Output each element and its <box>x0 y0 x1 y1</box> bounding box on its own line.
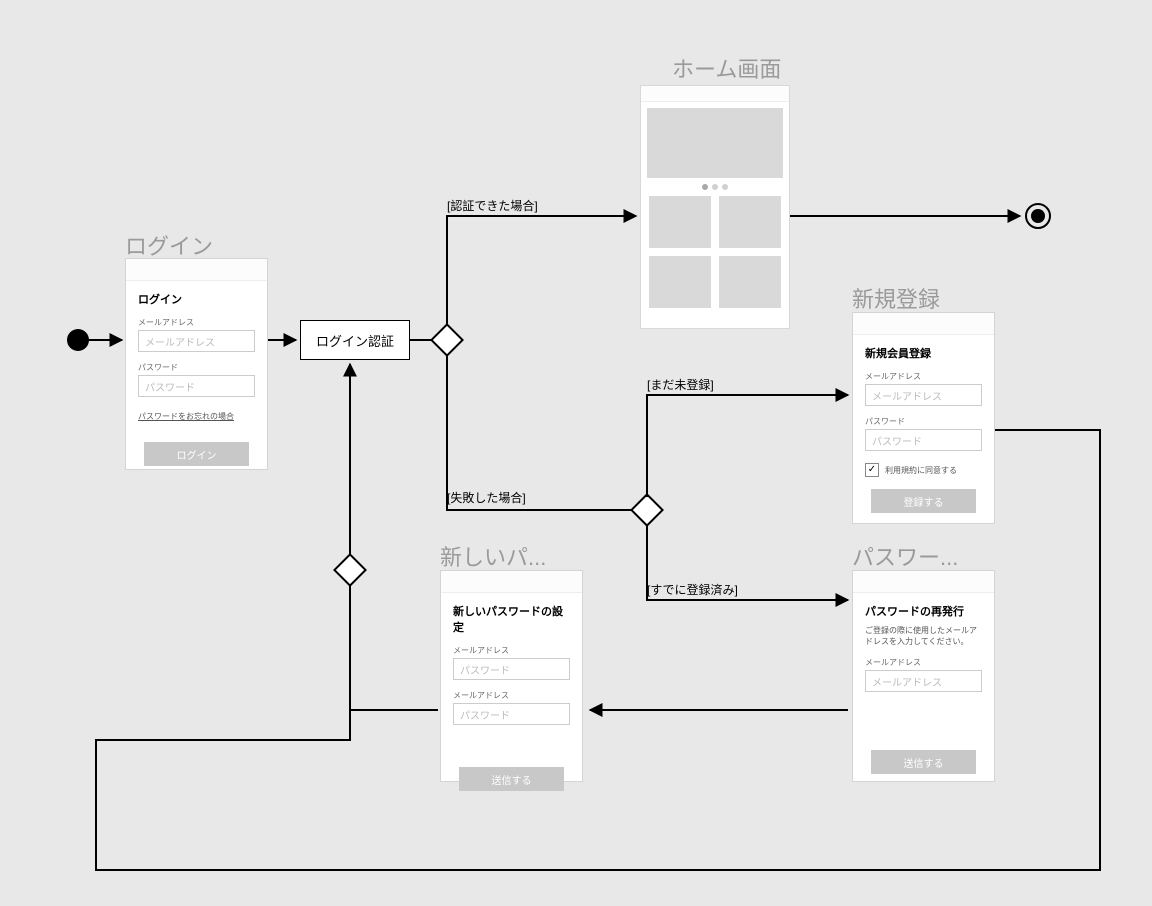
newpass-topbar <box>441 571 582 593</box>
register-topbar <box>853 313 994 335</box>
login-pass-placeholder: パスワード <box>145 379 195 394</box>
newpass-placeholder-1: パスワード <box>460 662 510 677</box>
home-tile[interactable] <box>719 196 781 248</box>
reissue-email-label: メールアドレス <box>865 657 982 668</box>
dot-icon <box>702 184 708 190</box>
register-button[interactable]: 登録する <box>871 489 976 513</box>
login-email-input[interactable]: メールアドレス <box>138 330 255 352</box>
title-newpass: 新しいパ... <box>440 540 546 572</box>
register-pass-input[interactable]: パスワード <box>865 429 982 451</box>
register-email-placeholder: メールアドレス <box>872 388 942 403</box>
reissue-email-placeholder: メールアドレス <box>872 674 942 689</box>
home-topbar <box>641 86 789 102</box>
title-login: ログイン <box>125 229 213 261</box>
newpass-label-1: メールアドレス <box>453 645 570 656</box>
label-auth-fail: [失敗した場合] <box>447 489 526 506</box>
process-login-auth: ログイン認証 <box>300 320 410 360</box>
register-email-label: メールアドレス <box>865 371 982 382</box>
home-banner <box>647 108 783 178</box>
label-not-registered: [まだ未登録] <box>647 376 714 393</box>
login-email-placeholder: メールアドレス <box>145 334 215 349</box>
login-pass-input[interactable]: パスワード <box>138 375 255 397</box>
dot-icon <box>722 184 728 190</box>
title-reissue: パスワー... <box>852 540 958 572</box>
screen-login: ログイン メールアドレス メールアドレス パスワード パスワード パスワードをお… <box>125 258 268 470</box>
screen-reissue: パスワードの再発行 ご登録の際に使用したメールアドレスを入力してください。 メー… <box>852 570 995 782</box>
newpass-button[interactable]: 送信する <box>459 767 564 791</box>
newpass-input-1[interactable]: パスワード <box>453 658 570 680</box>
login-pass-label: パスワード <box>138 362 255 373</box>
screen-home <box>640 85 790 329</box>
register-agree-checkbox[interactable]: ✓ 利用規約に同意する <box>865 463 982 477</box>
login-forgot-link[interactable]: パスワードをお忘れの場合 <box>138 411 234 422</box>
register-agree-label: 利用規約に同意する <box>885 465 957 476</box>
register-pass-label: パスワード <box>865 416 982 427</box>
screen-login-topbar <box>126 259 267 281</box>
home-tile[interactable] <box>719 256 781 308</box>
dot-icon <box>712 184 718 190</box>
newpass-placeholder-2: パスワード <box>460 707 510 722</box>
register-header: 新規会員登録 <box>865 345 982 361</box>
home-tile[interactable] <box>649 196 711 248</box>
home-grid <box>649 196 781 308</box>
newpass-header: 新しいパスワードの設定 <box>453 603 570 635</box>
home-carousel-dots <box>641 184 789 190</box>
register-email-input[interactable]: メールアドレス <box>865 384 982 406</box>
home-tile[interactable] <box>649 256 711 308</box>
screen-newpass: 新しいパスワードの設定 メールアドレス パスワード メールアドレス パスワード … <box>440 570 583 782</box>
newpass-input-2[interactable]: パスワード <box>453 703 570 725</box>
checkbox-icon: ✓ <box>865 463 879 477</box>
screen-register: 新規会員登録 メールアドレス メールアドレス パスワード パスワード ✓ 利用規… <box>852 312 995 524</box>
reissue-email-input[interactable]: メールアドレス <box>865 670 982 692</box>
login-email-label: メールアドレス <box>138 317 255 328</box>
reissue-header: パスワードの再発行 <box>865 603 982 619</box>
reissue-button[interactable]: 送信する <box>871 750 976 774</box>
title-register: 新規登録 <box>852 282 940 314</box>
login-button[interactable]: ログイン <box>144 442 249 466</box>
reissue-topbar <box>853 571 994 593</box>
newpass-label-2: メールアドレス <box>453 690 570 701</box>
title-home: ホーム画面 <box>672 52 781 84</box>
label-auth-success: [認証できた場合] <box>447 197 538 214</box>
label-already-registered: [すでに登録済み] <box>647 581 738 598</box>
reissue-caption: ご登録の際に使用したメールアドレスを入力してください。 <box>865 625 982 647</box>
register-pass-placeholder: パスワード <box>872 433 922 448</box>
login-header: ログイン <box>138 291 255 307</box>
